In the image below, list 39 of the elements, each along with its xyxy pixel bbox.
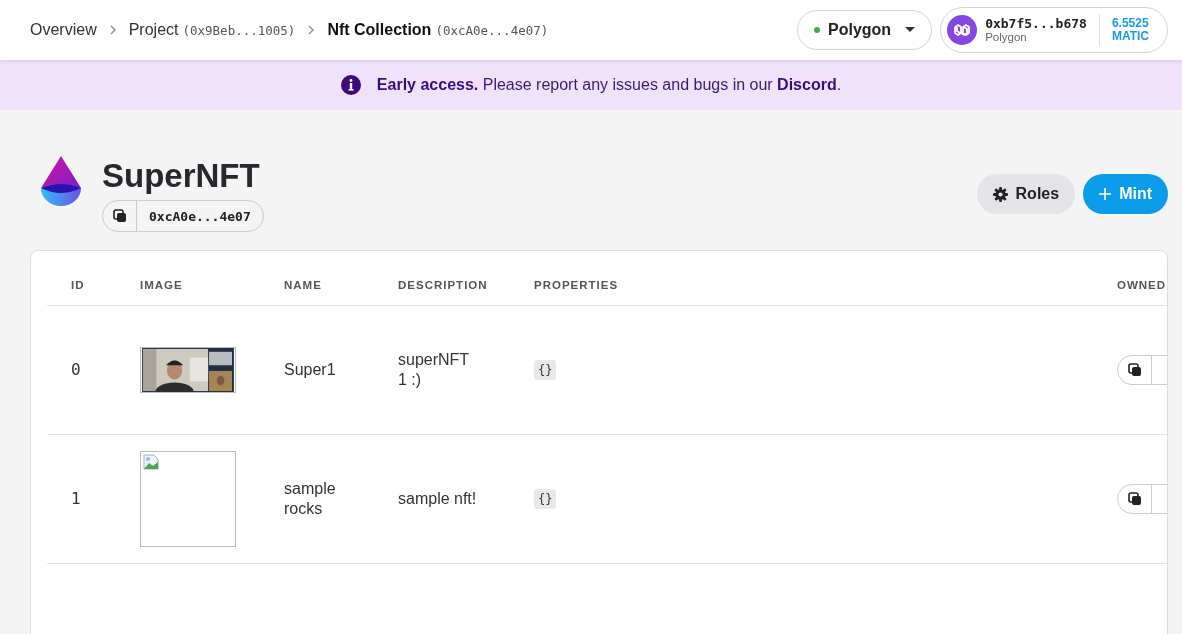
column-header: IMAGE [140, 279, 183, 291]
info-icon [340, 75, 361, 95]
currency-label: MATIC [1111, 30, 1149, 43]
chain-logo-icon [947, 15, 978, 45]
column-header: ID [71, 279, 85, 291]
table-cell-text: superNFT 1 :) [398, 350, 470, 390]
wallet-network: Polygon [985, 30, 1028, 43]
breadcrumb-link[interactable]: Nft Collection (0xcA0e...4e07) [327, 21, 549, 39]
column-header: NAME [284, 279, 322, 291]
table-cell: 0 [71, 360, 81, 380]
banner-message: Early access. Please report any issues and bugs in our Discord. [376, 76, 842, 94]
table-cell-text: Super1 [284, 360, 337, 380]
table-cell: 1 [71, 489, 81, 509]
collection-title: SuperNFT [102, 158, 261, 194]
wallet-balance: 6.5525 [1111, 17, 1149, 30]
table-cell: sample nft! [398, 489, 478, 509]
caret-icon [905, 27, 916, 33]
column-header: PROPERTIES [534, 279, 619, 291]
table-cell-text: sample rocks [284, 479, 337, 519]
plus-icon [1099, 188, 1112, 200]
gear-icon [992, 186, 1008, 202]
column-header: OWNED [1117, 279, 1167, 291]
chevron-icon [108, 25, 117, 35]
broken-image-icon [143, 454, 159, 470]
wallet-address: 0xb7f5...b678 [985, 17, 1087, 31]
roles-button[interactable]: Roles [976, 174, 1076, 214]
properties-tag: {} [534, 489, 557, 509]
collection-logo-icon [40, 154, 82, 208]
network-selector[interactable]: Polygon [797, 10, 933, 50]
copy-icon [1128, 363, 1142, 377]
chevron-icon [307, 25, 316, 35]
properties-tag: {} [534, 360, 557, 380]
copy-icon [113, 209, 127, 223]
breadcrumb-link[interactable]: Overview [30, 21, 97, 39]
address-chip[interactable]: 0xcA0e...4e07 [102, 200, 264, 232]
breadcrumb-link[interactable]: Project (0x9Beb...1005) [128, 21, 296, 39]
wallet-button[interactable]: 0xb7f5...b678 Polygon 6.5525 MATIC [940, 7, 1168, 53]
column-header: DESCRIPTION [398, 279, 488, 291]
copy-icon [1128, 492, 1142, 506]
